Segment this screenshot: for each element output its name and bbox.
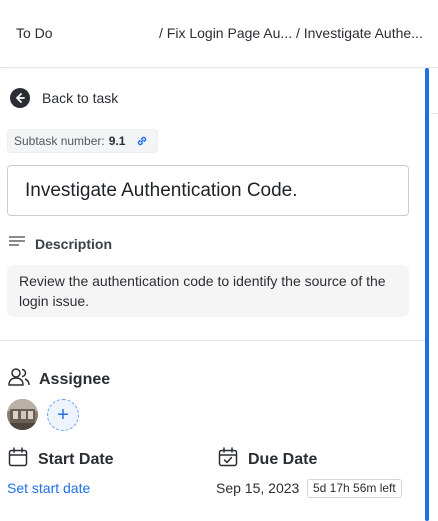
divider — [431, 113, 438, 114]
description-header: Description — [9, 234, 112, 253]
start-date-header: Start Date — [8, 447, 114, 472]
link-icon[interactable] — [135, 134, 149, 148]
breadcrumb[interactable]: / Fix Login Page Au... / Investigate Aut… — [159, 25, 423, 41]
description-text[interactable]: Review the authentication code to identi… — [7, 265, 409, 317]
start-date-label: Start Date — [38, 450, 114, 468]
due-date-header: Due Date — [218, 447, 317, 472]
task-title-input[interactable]: Investigate Authentication Code. — [7, 165, 409, 216]
set-start-date-link[interactable]: Set start date — [7, 480, 90, 496]
arrow-left-circle-icon — [10, 88, 30, 108]
subtask-number-badge: Subtask number: 9.1 — [7, 129, 159, 153]
back-to-task-button[interactable]: Back to task — [10, 88, 118, 108]
due-date-label: Due Date — [248, 450, 318, 468]
back-to-task-label: Back to task — [42, 90, 119, 106]
panel-gutter — [429, 68, 438, 521]
lines-icon — [9, 234, 25, 253]
section-divider — [0, 340, 425, 341]
calendar-icon — [8, 447, 28, 472]
users-icon — [8, 367, 30, 392]
add-assignee-button[interactable]: + — [47, 399, 79, 431]
description-label: Description — [35, 235, 113, 252]
calendar-check-icon — [218, 447, 238, 472]
status-label[interactable]: To Do — [16, 25, 53, 41]
subtask-number-value: 9.1 — [108, 134, 126, 148]
top-bar: To Do / Fix Login Page Au... / Investiga… — [0, 0, 438, 68]
due-date-value[interactable]: Sep 15, 2023 — [216, 480, 299, 496]
subtask-number-label: Subtask number: — [14, 134, 105, 148]
time-left-badge: 5d 17h 56m left — [307, 479, 402, 498]
assignee-header: Assignee — [8, 367, 110, 392]
assignee-label: Assignee — [39, 370, 111, 388]
avatar[interactable] — [7, 399, 38, 430]
